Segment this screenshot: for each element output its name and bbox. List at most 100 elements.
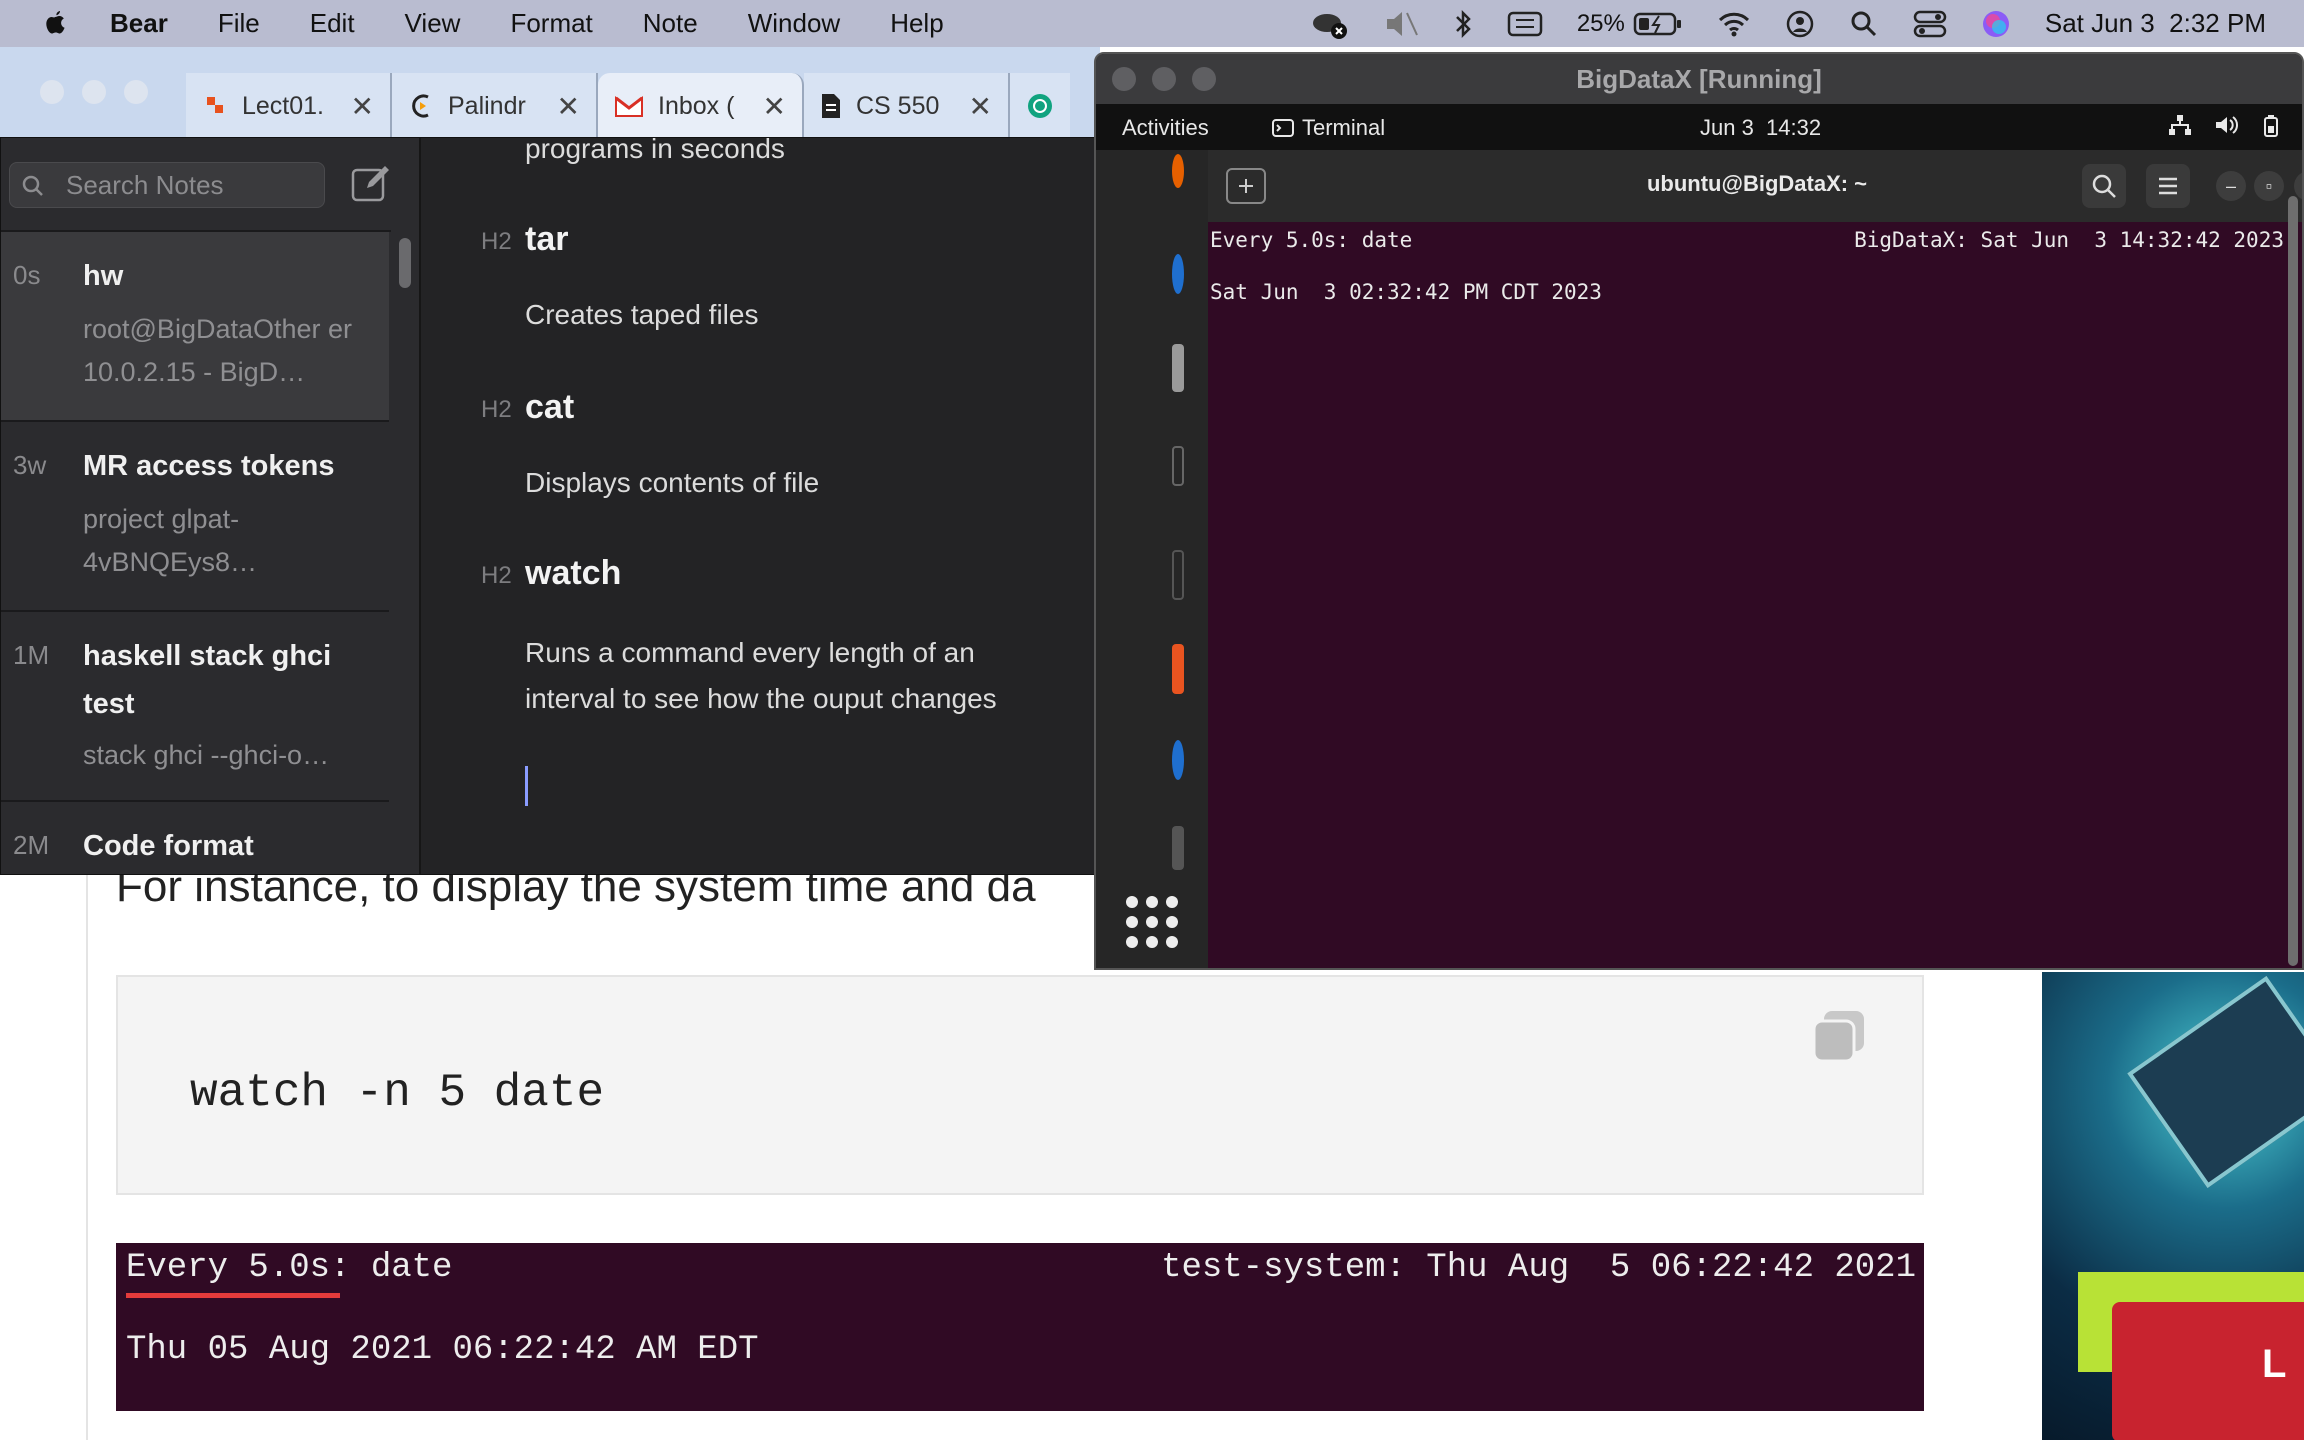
close-icon[interactable]: ✕ [763, 90, 786, 123]
terminal-menu-icon[interactable] [2146, 164, 2190, 208]
browser-tab[interactable]: Inbox ( ✕ [598, 73, 804, 139]
h2-marker: H2 [481, 228, 512, 255]
tab-label: Lect01. [242, 91, 325, 120]
terminal-app-label: Terminal [1302, 115, 1386, 140]
browser-tab[interactable] [1010, 73, 1070, 139]
user-account-icon[interactable] [1785, 9, 1815, 39]
close-icon[interactable]: ✕ [557, 90, 580, 123]
vbox-window-title: BigDataX [Running] [1576, 64, 1822, 94]
dock-app-terminal[interactable] [1172, 826, 1184, 870]
activities-button[interactable]: Activities [1122, 115, 1209, 141]
terminal-app-menu[interactable]: Terminal [1272, 115, 1385, 141]
dock-app-firefox[interactable] [1172, 154, 1184, 188]
note-age: 3w [13, 450, 47, 480]
note-list-item[interactable]: 2M Code format [1, 802, 389, 874]
section-body: Displays contents of file [525, 467, 820, 498]
menu-window[interactable]: Window [748, 8, 840, 39]
cloud-sync-icon[interactable] [1309, 7, 1349, 41]
terminal-title: ubuntu@BigDataX: ~ [1646, 171, 1868, 196]
dock-app-help[interactable] [1172, 740, 1184, 780]
ubuntu-clock[interactable]: Jun 3 14:32 [1700, 115, 1821, 141]
note-preview: stack ghci --ghci-o… [83, 740, 330, 770]
lecture-icon [207, 97, 223, 113]
gmail-icon [615, 95, 643, 117]
note-title: hw [83, 260, 124, 292]
spotlight-search-icon[interactable] [1849, 9, 1879, 39]
advertisement-image[interactable]: L [2042, 972, 2304, 1440]
wifi-icon[interactable] [1717, 10, 1751, 38]
copy-icon[interactable] [1810, 1007, 1870, 1067]
close-icon[interactable]: ✕ [969, 90, 992, 123]
host-timestamp: BigDataX: Sat Jun 3 14:32:42 2023 [1854, 228, 2284, 252]
terminal-header-bar: ubuntu@BigDataX: ~ – ▫ ✕ [1208, 150, 2302, 222]
chip-graphic [2127, 975, 2304, 1189]
volume-icon [2216, 116, 2238, 134]
window-traffic-lights[interactable] [40, 80, 148, 104]
menu-bar: Bear File Edit View Format Note Window H… [0, 0, 2304, 47]
minimize-icon[interactable]: – [2216, 171, 2246, 201]
section-heading: tar [525, 220, 569, 258]
maximize-icon[interactable]: ▫ [2254, 171, 2284, 201]
bluetooth-icon[interactable] [1453, 9, 1473, 39]
browser-tab[interactable]: Palindr ✕ [392, 73, 598, 139]
terminal-search-icon[interactable] [2082, 164, 2126, 208]
power-battery-icon [2264, 115, 2278, 137]
mute-icon[interactable] [1383, 9, 1419, 39]
ubuntu-system-tray[interactable] [2168, 114, 2282, 138]
search-placeholder: Search Notes [66, 169, 224, 200]
menu-help[interactable]: Help [890, 8, 943, 39]
menu-edit[interactable]: Edit [310, 8, 355, 39]
browser-tab[interactable]: Lect01. ✕ [186, 73, 392, 139]
dock-app-writer[interactable] [1172, 550, 1184, 600]
notes-scrollbar[interactable] [399, 238, 411, 288]
keyboard-input-icon[interactable] [1507, 10, 1543, 38]
show-apps-icon[interactable] [1126, 896, 1178, 948]
dock-app-rhythmbox[interactable] [1172, 446, 1184, 486]
dock-app-files[interactable] [1172, 344, 1184, 392]
note-title: MR access tokens [83, 450, 335, 482]
article-border [86, 870, 88, 1440]
code-text: watch -n 5 date [190, 1067, 605, 1119]
vbox-title-bar[interactable]: BigDataX [Running] [1096, 54, 2302, 104]
note-title: Code format [83, 830, 254, 862]
note-age: 2M [13, 830, 50, 860]
search-notes-field[interactable]: Search Notes [9, 162, 325, 208]
menu-file[interactable]: File [218, 8, 260, 39]
notes-list-panel: Search Notes 0s hw root@BigDataOther er … [1, 138, 421, 874]
gnome-terminal-window[interactable]: ubuntu@BigDataX: ~ – ▫ ✕ Every 5.0s: dat… [1208, 150, 2302, 968]
close-icon[interactable]: ✕ [351, 90, 374, 123]
virtualbox-window: BigDataX [Running] Activities Terminal J… [1094, 52, 2304, 970]
new-note-icon[interactable] [349, 162, 393, 206]
note-preview: root@BigDataOther er 10.0.2.15 - BigD… [83, 314, 353, 387]
search-icon [22, 175, 43, 196]
dock-app-software[interactable] [1172, 644, 1184, 694]
note-editor[interactable]: programs in seconds H2 tar Creates taped… [423, 138, 1174, 874]
dock-app-thunderbird[interactable] [1172, 254, 1184, 294]
apple-icon[interactable] [40, 9, 70, 39]
menu-format[interactable]: Format [510, 8, 592, 39]
control-center-icon[interactable] [1913, 10, 1947, 38]
ad-button[interactable]: L [2112, 1302, 2304, 1440]
menu-note[interactable]: Note [643, 8, 698, 39]
section-body: Creates taped files [525, 299, 759, 330]
terminal-scrollbar[interactable] [2288, 196, 2298, 966]
menu-view[interactable]: View [405, 8, 461, 39]
section-heading: cat [525, 388, 575, 426]
ubuntu-top-bar: Activities Terminal Jun 3 14:32 [1096, 104, 2302, 150]
note-list-item[interactable]: 3w MR access tokens project glpat-4vBNQE… [1, 422, 389, 612]
menu-clock[interactable]: Sat Jun 3 2:32 PM [2045, 8, 2266, 39]
terminal-output[interactable]: Every 5.0s: date BigDataX: Sat Jun 3 14:… [1208, 222, 2302, 968]
note-list-item[interactable]: 0s hw root@BigDataOther er 10.0.2.15 - B… [1, 232, 389, 422]
browser-tab[interactable]: CS 550 ✕ [804, 73, 1010, 139]
siri-icon[interactable] [1981, 9, 2011, 39]
network-icon [2169, 115, 2191, 135]
tab-label: CS 550 [856, 91, 940, 120]
menu-app-name[interactable]: Bear [110, 8, 168, 39]
watch-header: Every 5.0s: date [1210, 228, 1413, 252]
note-title: haskell stack ghci test [83, 640, 332, 720]
date-output: Sat Jun 3 02:32:42 PM CDT 2023 [1210, 280, 1602, 304]
note-list-item[interactable]: 1M haskell stack ghci test stack ghci --… [1, 612, 389, 802]
battery-icon[interactable] [1633, 11, 1683, 37]
note-age: 1M [13, 640, 50, 670]
terminal-example-image: Every 5.0s: date test-system: Thu Aug 5 … [116, 1243, 1924, 1411]
